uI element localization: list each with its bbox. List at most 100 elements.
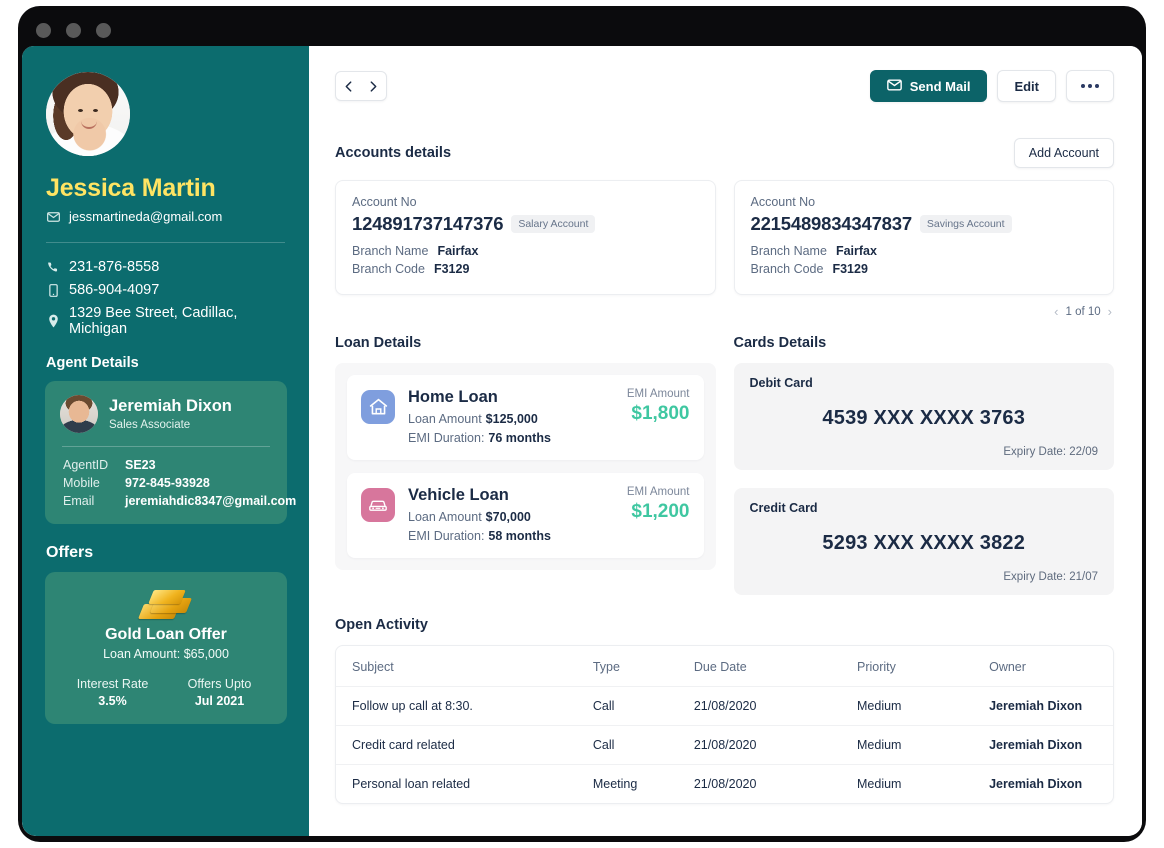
loan-duration-row: EMI Duration: 58 months [408,529,614,543]
account-no-label: Account No [352,195,417,209]
agent-fields: AgentID SE23 Mobile 972-845-93928 Email … [60,458,296,508]
cell-priority: Medium [841,764,974,803]
prev-record-button[interactable] [336,72,361,100]
loan-amount-label: Loan Amount [408,510,482,524]
offer-stat-value: 3.5% [98,694,127,708]
loan-duration-row: EMI Duration: 76 months [408,431,614,445]
next-record-button[interactable] [361,72,386,100]
emi-amount-label: EMI Amount [626,486,690,498]
pagination-next-icon[interactable]: › [1108,304,1112,319]
account-card[interactable]: Account No 2215489834347837 Savings Acco… [733,180,1114,295]
device-frame: Jessica Martin jessmartineda@gmail.com 2… [18,6,1146,842]
location-pin-icon [46,314,60,328]
edit-label: Edit [1014,78,1039,94]
card-expiry: Expiry Date: 22/09 [1003,446,1098,458]
loan-amount-value: $125,000 [485,412,538,426]
agent-field-value: SE23 [125,458,156,472]
send-mail-label: Send Mail [909,78,971,94]
offer-stat: Offers Upto Jul 2021 [166,677,273,708]
sidebar: Jessica Martin jessmartineda@gmail.com 2… [22,46,309,836]
cell-owner: Jeremiah Dixon [973,686,1113,726]
loan-duration-label: EMI Duration: [408,431,485,445]
home-icon [361,390,395,424]
agent-name: Jeremiah Dixon [109,397,232,416]
mobile-icon [46,283,60,297]
credit-card-box[interactable]: Credit Card 5293 XXX XXXX 3822 Expiry Da… [733,488,1114,595]
cell-due-date: 21/08/2020 [677,725,842,765]
contact-mobile: 586-904-4097 [69,282,160,298]
cell-due-date: 21/08/2020 [677,686,842,726]
window-minimize-dot[interactable] [66,23,81,38]
cards-details-title: Cards Details [733,335,827,351]
account-number: 2215489834347837 [750,213,913,234]
send-mail-button[interactable]: Send Mail [869,70,988,102]
envelope-icon [46,211,60,222]
window-close-dot[interactable] [36,23,51,38]
edit-button[interactable]: Edit [997,70,1056,102]
emi-amount-label: EMI Amount [626,388,690,400]
account-type-badge: Salary Account [511,215,596,233]
open-activity-title: Open Activity [335,617,428,633]
column-header-due-date: Due Date [693,660,747,674]
debit-card-box[interactable]: Debit Card 4539 XXX XXXX 3763 Expiry Dat… [733,363,1114,470]
card-type-label: Credit Card [749,501,818,515]
table-row[interactable]: Personal loan related Meeting 21/08/2020… [336,764,1113,803]
window-titlebar [18,6,1146,46]
agent-field-key: Email [63,494,95,508]
account-card[interactable]: Account No 124891737147376 Salary Accoun… [335,180,716,295]
accounts-list: Account No 124891737147376 Salary Accoun… [335,180,1114,295]
profile-email: jessmartineda@gmail.com [69,209,223,224]
profile-email-row: jessmartineda@gmail.com [46,209,287,224]
more-options-button[interactable] [1066,70,1114,102]
loan-details-section: Loan Details Home Loan Loan Amount $125,0… [335,335,716,595]
offer-stat-value: Jul 2021 [194,694,245,708]
table-row[interactable]: Credit card related Call 21/08/2020 Medi… [336,725,1113,765]
car-icon [361,488,395,522]
loan-amount-label: Loan Amount [408,412,482,426]
column-header-owner: Owner [989,660,1026,674]
branch-code-value: F3129 [832,262,868,276]
add-account-button[interactable]: Add Account [1013,138,1114,168]
card-type-label: Debit Card [749,376,813,390]
loan-duration-value: 58 months [488,529,551,543]
contact-phone: 231-876-8558 [69,259,160,275]
cell-type: Call [576,725,678,765]
cell-due-date: 21/08/2020 [677,764,842,803]
branch-code-label: Branch Code [750,262,824,276]
branch-name-label: Branch Name [750,244,827,258]
cell-subject: Credit card related [336,725,577,765]
loan-duration-label: EMI Duration: [408,529,485,543]
account-no-label: Account No [750,195,816,209]
loan-card[interactable]: Home Loan Loan Amount $125,000 EMI Durati… [347,375,704,460]
contact-phone-row: 231-876-8558 [46,259,287,275]
app-window: Jessica Martin jessmartineda@gmail.com 2… [22,46,1142,836]
cell-owner: Jeremiah Dixon [973,725,1113,765]
offer-stat: Interest Rate 3.5% [59,677,166,708]
cell-subject: Personal loan related [336,764,577,803]
agent-details-heading: Agent Details [46,355,139,371]
offer-card[interactable]: Gold Loan Offer Loan Amount: $65,000 Int… [45,572,287,724]
loan-amount-value: $70,000 [485,510,531,524]
contact-address: 1329 Bee Street, Cadillac, Michigan [69,305,238,337]
card-number: 5293 XXX XXXX 3822 [822,532,1026,554]
branch-code-value: F3129 [433,262,470,276]
pagination-prev-icon[interactable]: ‹ [1054,304,1058,319]
cell-type: Call [576,686,678,726]
cards-details-section: Cards Details Debit Card 4539 XXX XXXX 3… [733,335,1114,595]
loan-name: Home Loan [408,388,498,406]
branch-name-value: Fairfax [835,244,877,258]
open-activity-table: Subject Type Due Date Priority Owner Fol… [335,645,1114,804]
offer-stat-label: Interest Rate [76,677,149,691]
pagination-status: 1 of 10 [1065,305,1101,318]
emi-amount-value: $1,800 [631,403,690,424]
loan-card[interactable]: Vehicle Loan Loan Amount $70,000 EMI Dura… [347,473,704,558]
agent-field-key: Mobile [63,476,100,490]
column-header-subject: Subject [352,660,394,674]
branch-name-value: Fairfax [437,244,479,258]
window-maximize-dot[interactable] [96,23,111,38]
more-horizontal-icon [1081,84,1099,88]
agent-avatar [60,395,98,433]
table-row[interactable]: Follow up call at 8:30. Call 21/08/2020 … [336,686,1113,726]
loan-amount-row: Loan Amount $125,000 [408,412,614,426]
cell-priority: Medium [841,725,974,765]
